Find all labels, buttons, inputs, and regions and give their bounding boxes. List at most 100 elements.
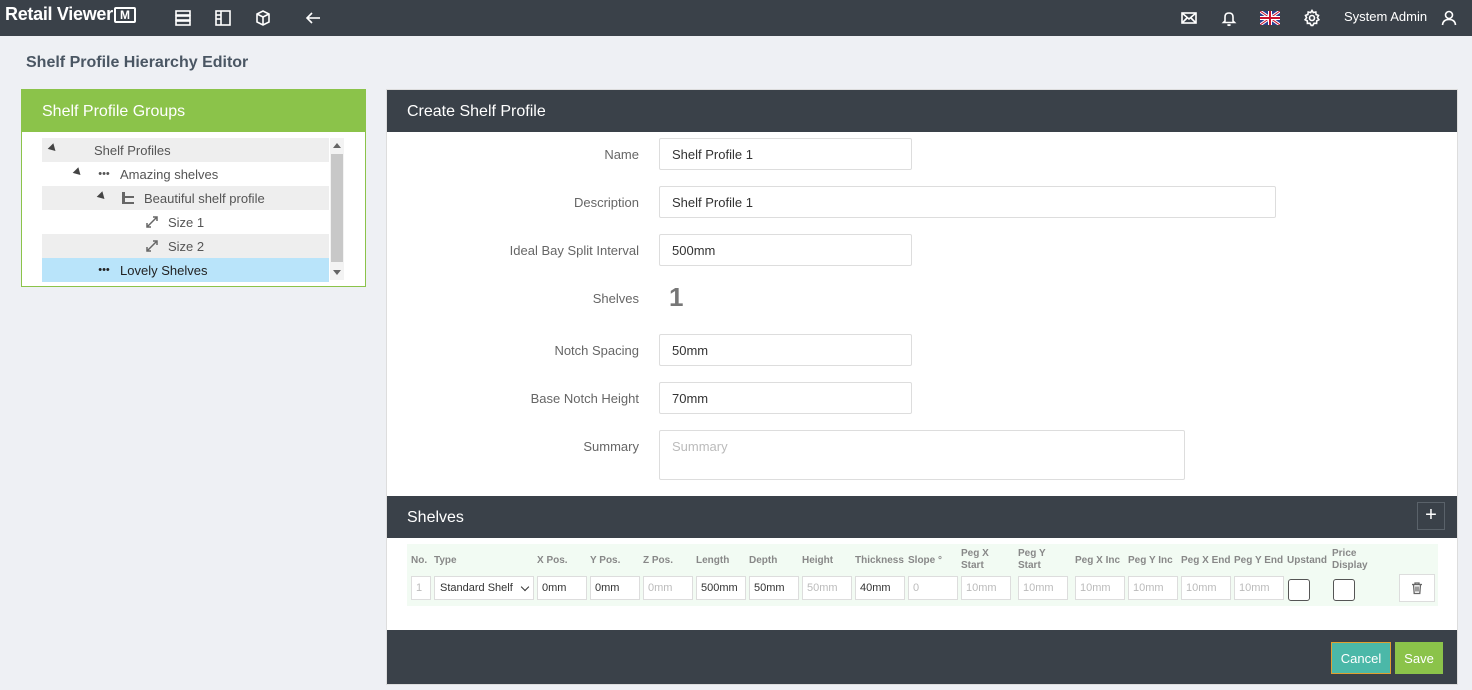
peg-x-end-input[interactable] <box>1181 576 1231 600</box>
shelf-thickness-input[interactable] <box>855 576 905 600</box>
uk-flag-icon[interactable] <box>1259 7 1281 29</box>
shelf-y-pos-input[interactable] <box>590 576 640 600</box>
shelf-type-select[interactable]: Standard Shelf <box>434 576 534 600</box>
col-slope: Slope ° <box>908 555 943 566</box>
col-thickness: Thickness <box>855 555 904 566</box>
col-peg-y-start: Peg Y Start <box>1018 548 1046 571</box>
col-x-pos: X Pos. <box>537 555 568 566</box>
peg-y-inc-input[interactable] <box>1128 576 1178 600</box>
tree-node-label: Amazing shelves <box>120 167 219 182</box>
groups-panel-title: Shelf Profile Groups <box>22 90 365 132</box>
add-shelf-button[interactable]: + <box>1417 502 1445 530</box>
form-title: Create Shelf Profile <box>387 90 1457 132</box>
tree-node-size-1[interactable]: Size 1 <box>42 210 329 234</box>
col-peg-x-inc: Peg X Inc <box>1075 555 1121 566</box>
summary-textarea[interactable] <box>659 430 1185 480</box>
tree-node-lovely-shelves[interactable]: ••• Lovely Shelves <box>42 258 329 282</box>
shelves-count-value: 1 <box>669 282 684 312</box>
shelf-z-pos-input[interactable] <box>643 576 693 600</box>
peg-x-start-input[interactable] <box>961 576 1011 600</box>
peg-y-end-input[interactable] <box>1234 576 1284 600</box>
resize-icon <box>145 215 159 229</box>
delete-shelf-button[interactable] <box>1399 574 1435 602</box>
logo-badge: M <box>113 7 136 23</box>
shelf-x-pos-input[interactable] <box>537 576 587 600</box>
bay-split-input[interactable] <box>659 234 912 266</box>
scrollbar-thumb[interactable] <box>331 154 343 262</box>
cancel-button[interactable]: Cancel <box>1331 642 1391 674</box>
col-depth: Depth <box>749 555 778 566</box>
shelf-no-input[interactable] <box>411 576 431 600</box>
bell-icon[interactable] <box>1218 7 1240 29</box>
col-type: Type <box>434 555 457 566</box>
price-display-checkbox[interactable] <box>1333 579 1355 601</box>
peg-x-inc-input[interactable] <box>1075 576 1125 600</box>
shelf-depth-input[interactable] <box>749 576 799 600</box>
box-icon[interactable] <box>252 7 274 29</box>
shelf-icon <box>121 191 135 205</box>
description-label: Description <box>573 195 639 210</box>
page-title: Shelf Profile Hierarchy Editor <box>26 54 249 71</box>
col-peg-x-end: Peg X End <box>1181 555 1231 566</box>
shelf-height-input[interactable] <box>802 576 852 600</box>
list-icon[interactable] <box>172 7 194 29</box>
description-input[interactable] <box>659 186 1276 218</box>
tree-node-beautiful-shelf-profile[interactable]: Beautiful shelf profile <box>42 186 329 210</box>
tree-node-label: Beautiful shelf profile <box>144 191 265 206</box>
user-name[interactable]: System Admin <box>1344 9 1427 24</box>
bay-split-label: Ideal Bay Split Interval <box>509 243 639 258</box>
col-peg-x-start: Peg X Start <box>961 548 989 571</box>
resize-icon <box>145 239 159 253</box>
create-shelf-profile-panel: Create Shelf Profile Name Description Id… <box>386 89 1458 685</box>
upstand-checkbox[interactable] <box>1288 579 1310 601</box>
name-label: Name <box>604 147 639 162</box>
tree-node-amazing-shelves[interactable]: ••• Amazing shelves <box>42 162 329 186</box>
trash-icon <box>1412 582 1422 595</box>
collapse-toggle-icon[interactable] <box>72 167 84 178</box>
name-input[interactable] <box>659 138 912 170</box>
base-notch-height-label: Base Notch Height <box>530 391 639 406</box>
gear-icon[interactable] <box>1301 7 1323 29</box>
back-arrow-icon[interactable] <box>302 7 324 29</box>
tree-node-label: Size 1 <box>168 215 205 230</box>
shelves-section-title: Shelves <box>387 496 1457 538</box>
form-footer: Cancel Save <box>387 630 1457 684</box>
scroll-up-icon[interactable] <box>333 143 341 148</box>
col-z-pos: Z Pos. <box>643 555 674 566</box>
tree-node-size-2[interactable]: Size 2 <box>42 234 329 258</box>
app-name: Retail Viewer <box>5 4 113 24</box>
tree-node-label: Shelf Profiles <box>94 143 171 158</box>
ellipsis-icon: ••• <box>98 264 110 276</box>
collapse-toggle-icon[interactable] <box>47 143 59 154</box>
col-y-pos: Y Pos. <box>590 555 621 566</box>
profile-tree: Shelf Profiles ••• Amazing shelves Beaut… <box>42 138 329 282</box>
tree-node-label: Size 2 <box>168 239 205 254</box>
shelf-profile-groups-panel: Shelf Profile Groups Shelf Profiles ••• … <box>21 89 366 287</box>
columns-icon[interactable] <box>212 7 234 29</box>
col-length: Length <box>696 555 730 566</box>
shelf-slope-input[interactable] <box>908 576 958 600</box>
col-height: Height <box>802 555 834 566</box>
tree-scrollbar[interactable] <box>330 138 344 280</box>
notch-spacing-input[interactable] <box>659 334 912 366</box>
app-logo[interactable]: Retail Viewer M <box>5 4 136 25</box>
tree-node-label: Lovely Shelves <box>120 263 208 278</box>
peg-y-start-input[interactable] <box>1018 576 1068 600</box>
shelf-length-input[interactable] <box>696 576 746 600</box>
user-icon[interactable] <box>1438 7 1460 29</box>
summary-label: Summary <box>583 439 639 454</box>
tree-node-shelf-profiles[interactable]: Shelf Profiles <box>42 138 329 162</box>
col-peg-y-end: Peg Y End <box>1234 555 1284 566</box>
scroll-down-icon[interactable] <box>333 270 341 275</box>
base-notch-height-input[interactable] <box>659 382 912 414</box>
notch-spacing-label: Notch Spacing <box>554 343 639 358</box>
mail-icon[interactable] <box>1178 7 1200 29</box>
top-bar: Retail Viewer M System Admin <box>0 0 1472 36</box>
shelf-type-value: Standard Shelf <box>440 582 513 594</box>
col-price-display: Price Display <box>1332 548 1368 571</box>
chevron-down-icon <box>520 582 530 592</box>
col-no: No. <box>411 555 428 566</box>
save-button[interactable]: Save <box>1395 642 1443 674</box>
ellipsis-icon: ••• <box>98 168 110 180</box>
collapse-toggle-icon[interactable] <box>96 191 108 202</box>
